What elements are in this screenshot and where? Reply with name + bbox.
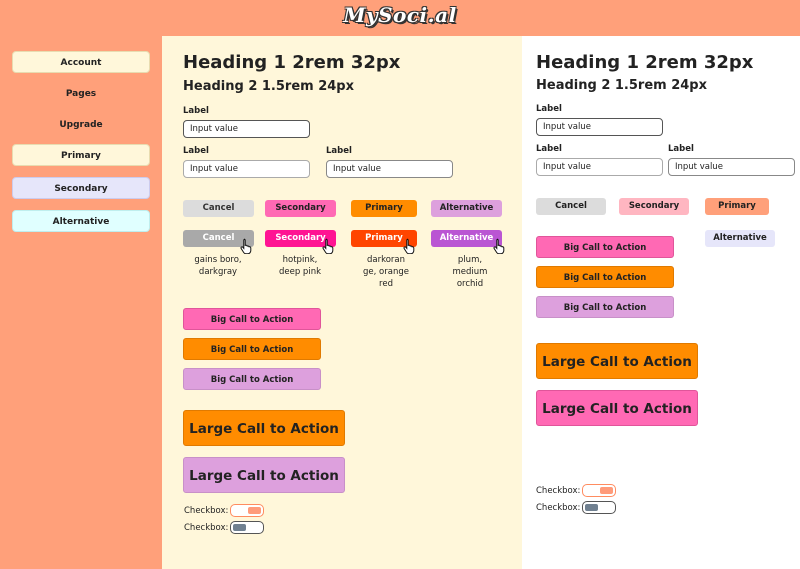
sidebar-item-pages[interactable]: Pages: [12, 82, 150, 104]
toggle-knob: [600, 486, 613, 494]
left-checkbox-toggle-off[interactable]: [230, 521, 264, 534]
hand-pointer-icon: [322, 238, 334, 254]
right-field3-input[interactable]: Input value: [668, 158, 795, 176]
hand-pointer-icon: [493, 238, 505, 254]
caption-line: red: [379, 279, 393, 289]
left-alternative-button[interactable]: Alternative: [431, 200, 502, 217]
right-large-cta-primary[interactable]: Large Call to Action: [536, 343, 698, 379]
left-field2-label: Label: [183, 146, 209, 156]
caption-line: darkgray: [198, 267, 238, 277]
left-large-cta-alternative[interactable]: Large Call to Action: [183, 457, 345, 493]
right-big-cta-alternative[interactable]: Big Call to Action: [536, 296, 674, 318]
left-cancel-button[interactable]: Cancel: [183, 200, 254, 217]
caption-line: gains boro,: [194, 255, 242, 265]
caption-line: medium: [452, 267, 488, 277]
right-field2-input[interactable]: Input value: [536, 158, 663, 176]
right-checkbox-label-1: Checkbox:: [536, 486, 581, 496]
sidebar-item-primary[interactable]: Primary: [12, 144, 150, 166]
right-checkbox-label-2: Checkbox:: [536, 503, 581, 513]
right-field2-label: Label: [536, 144, 562, 154]
left-field2-input[interactable]: Input value: [183, 160, 310, 178]
caption-cancel-colors: gains boro, darkgray: [178, 254, 258, 278]
right-primary-button[interactable]: Primary: [705, 198, 769, 215]
right-big-cta-secondary[interactable]: Big Call to Action: [536, 236, 674, 258]
left-field1-input[interactable]: Input value: [183, 120, 310, 138]
right-checkbox-toggle-on[interactable]: [582, 484, 616, 497]
caption-line: darkoran: [366, 255, 405, 265]
left-checkbox-label-2: Checkbox:: [184, 523, 229, 533]
right-large-cta-secondary[interactable]: Large Call to Action: [536, 390, 698, 426]
left-alternative-button-hover[interactable]: Alternative: [431, 230, 502, 247]
left-primary-button[interactable]: Primary: [351, 200, 417, 217]
right-heading-1: Heading 1 2rem 32px: [536, 52, 754, 73]
sidebar-item-secondary[interactable]: Secondary: [12, 177, 150, 199]
right-secondary-button[interactable]: Secondary: [619, 198, 689, 215]
left-checkbox-toggle-on[interactable]: [230, 504, 264, 517]
right-heading-2: Heading 2 1.5rem 24px: [536, 78, 707, 93]
right-big-cta-primary[interactable]: Big Call to Action: [536, 266, 674, 288]
app-logo[interactable]: MySoci.al: [0, 0, 800, 30]
caption-line: orchid: [456, 279, 484, 289]
caption-secondary-colors: hotpink, deep pink: [260, 254, 340, 278]
right-checkbox-toggle-off[interactable]: [582, 501, 616, 514]
toggle-knob: [232, 523, 246, 531]
sidebar-item-account[interactable]: Account: [12, 51, 150, 73]
left-big-cta-alternative[interactable]: Big Call to Action: [183, 368, 321, 390]
left-field1-label: Label: [183, 106, 209, 116]
caption-primary-colors: darkoran ge, orange red: [353, 254, 419, 290]
caption-line: deep pink: [278, 267, 322, 277]
left-large-cta-primary[interactable]: Large Call to Action: [183, 410, 345, 446]
right-alternative-button[interactable]: Alternative: [705, 230, 775, 247]
left-big-cta-primary[interactable]: Big Call to Action: [183, 338, 321, 360]
toggle-knob: [584, 503, 598, 511]
hand-pointer-icon: [403, 238, 415, 254]
toggle-knob: [248, 506, 261, 514]
right-field1-label: Label: [536, 104, 562, 114]
caption-line: ge, orange: [363, 267, 409, 277]
left-heading-2: Heading 2 1.5rem 24px: [183, 79, 354, 94]
right-cancel-button[interactable]: Cancel: [536, 198, 606, 215]
left-heading-1: Heading 1 2rem 32px: [183, 52, 401, 73]
left-field3-input[interactable]: Input value: [326, 160, 453, 178]
caption-line: hotpink,: [282, 255, 318, 265]
left-big-cta-secondary[interactable]: Big Call to Action: [183, 308, 321, 330]
left-checkbox-label-1: Checkbox:: [184, 506, 229, 516]
hand-pointer-icon: [240, 238, 252, 254]
caption-alternative-colors: plum, medium orchid: [430, 254, 510, 290]
caption-line: plum,: [457, 255, 483, 265]
right-field1-input[interactable]: Input value: [536, 118, 663, 136]
right-field3-label: Label: [668, 144, 694, 154]
sidebar-item-alternative[interactable]: Alternative: [12, 210, 150, 232]
left-secondary-button[interactable]: Secondary: [265, 200, 336, 217]
sidebar-item-upgrade[interactable]: Upgrade: [12, 113, 150, 135]
left-field3-label: Label: [326, 146, 352, 156]
